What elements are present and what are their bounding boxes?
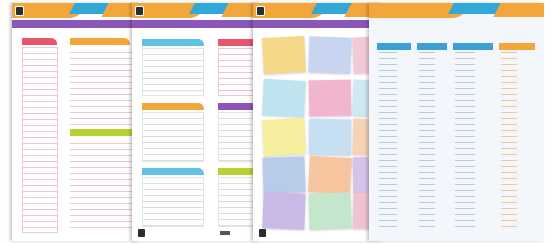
logo-icon — [135, 6, 144, 16]
sticky-note — [308, 79, 352, 117]
sticky-note — [308, 192, 352, 230]
page-stacked-panels — [132, 3, 260, 241]
sticky-note — [262, 78, 306, 118]
lined-area-right-bottom — [70, 138, 132, 230]
column-header-left — [22, 38, 57, 45]
logo-icon — [256, 6, 265, 16]
table-column-3 — [455, 52, 475, 232]
page-header-band — [369, 3, 544, 20]
side-header-2 — [218, 103, 258, 110]
page-subtitle-bar — [253, 20, 383, 28]
side-header-1 — [218, 39, 258, 46]
lined-area-left — [22, 47, 58, 233]
sticky-note — [262, 35, 306, 75]
footer-logo-icon — [259, 229, 266, 237]
side-header-3 — [218, 168, 258, 175]
sticky-note — [308, 155, 352, 195]
sticky-note — [262, 156, 306, 194]
panel-body-2 — [142, 112, 204, 162]
side-body-3 — [218, 177, 258, 227]
mid-label-bar — [70, 129, 134, 136]
brochure-spread — [0, 0, 554, 244]
table-header-col-4 — [499, 43, 535, 50]
panel-body-1 — [142, 48, 204, 96]
logo-icon — [15, 6, 24, 16]
page-header-band — [12, 3, 140, 20]
sticky-note — [262, 117, 306, 157]
table-header-col-3 — [453, 43, 493, 50]
page-sticky-notes — [253, 3, 383, 241]
sticky-note — [262, 192, 306, 230]
side-body-2 — [218, 112, 258, 162]
page-subtitle-bar — [12, 20, 140, 28]
lined-area-right-top — [70, 47, 132, 127]
table-column-2 — [419, 52, 435, 232]
sticky-note — [308, 36, 352, 74]
panel-body-3 — [142, 177, 204, 227]
table-header-col-2 — [417, 43, 447, 50]
table-header-col-1 — [377, 43, 411, 50]
footer-mark — [220, 231, 230, 235]
table-column-4 — [501, 52, 517, 232]
page-two-column-lined — [12, 3, 140, 241]
page-header-band — [253, 3, 383, 20]
side-body-1 — [218, 48, 258, 96]
panel-header-3 — [142, 168, 204, 175]
panel-header-1 — [142, 39, 204, 46]
page-vocabulary-table — [369, 3, 544, 241]
page-subtitle-bar — [132, 20, 260, 28]
footer-logo-icon — [138, 229, 145, 237]
sticky-note — [308, 118, 352, 156]
panel-header-2 — [142, 103, 204, 110]
page-header-band — [132, 3, 260, 20]
column-header-right — [70, 38, 130, 45]
table-column-1 — [379, 52, 397, 232]
